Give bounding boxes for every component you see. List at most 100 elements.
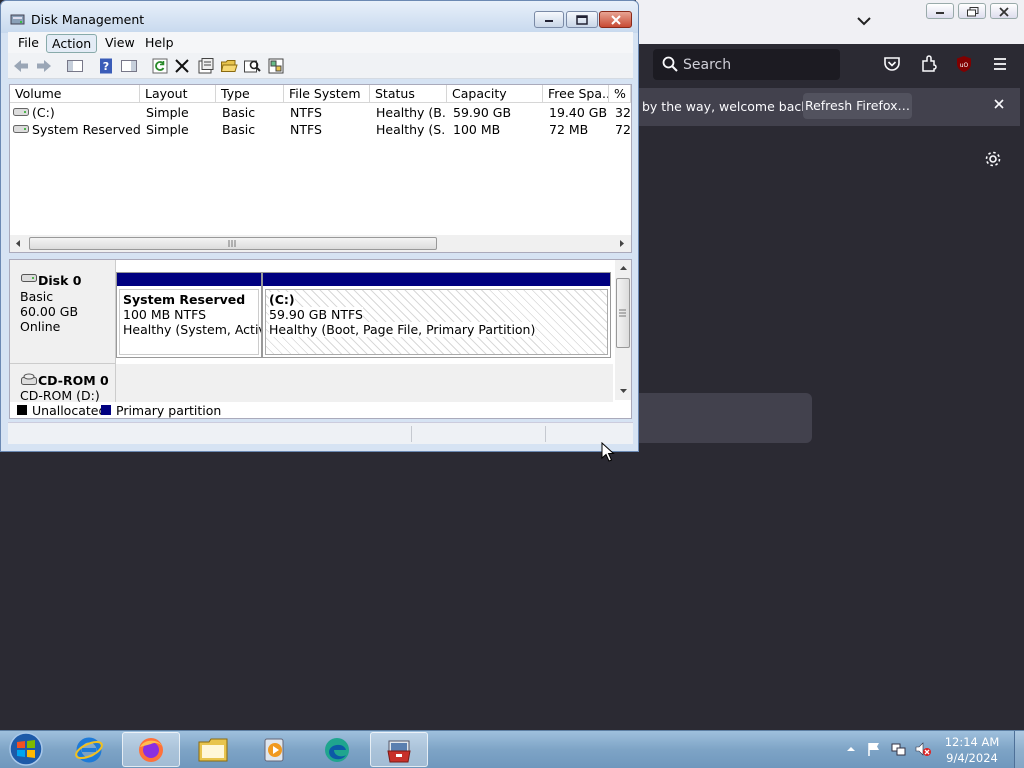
cdrom-partition-area[interactable]: [116, 364, 613, 402]
cell-status: Healthy (B...: [376, 105, 446, 120]
firefox-close-button[interactable]: [990, 3, 1018, 19]
column-header-layout[interactable]: Layout: [140, 85, 216, 103]
column-header-status[interactable]: Status: [370, 85, 447, 103]
disk-0-label[interactable]: Disk 0 Basic 60.00 GB Online: [10, 260, 116, 364]
show-hide-action-pane-icon[interactable]: [120, 57, 138, 75]
taskbar-internet-explorer[interactable]: [60, 732, 118, 767]
close-button[interactable]: [599, 11, 632, 28]
partition-system-reserved[interactable]: System Reserved 100 MB NTFS Healthy (Sys…: [116, 272, 262, 358]
disk-management-icon: [10, 14, 25, 25]
column-header-file-system[interactable]: File System: [284, 85, 370, 103]
show-desktop-button[interactable]: [1014, 731, 1024, 768]
delete-icon[interactable]: [173, 57, 191, 75]
rescan-disks-icon[interactable]: [243, 57, 261, 75]
window-titlebar[interactable]: Disk Management: [1, 1, 638, 33]
pocket-icon[interactable]: [883, 55, 901, 73]
partition-health: Healthy (Boot, Page File, Primary Partit…: [269, 322, 536, 337]
menu-file[interactable]: File: [13, 34, 44, 53]
menu-action[interactable]: Action: [46, 34, 98, 53]
taskbar-media-player[interactable]: [246, 732, 304, 767]
scrollbar-thumb[interactable]: [616, 278, 630, 348]
taskbar-computer-management[interactable]: [370, 732, 428, 767]
menu-bar: File Action View Help: [8, 32, 633, 53]
disk-type: Basic: [20, 289, 54, 304]
disk-management-window: Disk Management File Action View Help ? …: [0, 0, 639, 452]
column-header-type[interactable]: Type: [216, 85, 284, 103]
search-input[interactable]: Search: [653, 49, 840, 80]
hamburger-menu-icon[interactable]: [991, 55, 1009, 73]
partition-body: System Reserved 100 MB NTFS Healthy (Sys…: [119, 289, 261, 355]
legend-label-unallocated: Unallocated: [32, 403, 107, 418]
firefox-icon: [139, 737, 163, 762]
system-clock[interactable]: 12:14 AM 9/4/2024: [942, 734, 1002, 766]
svg-text:uO: uO: [960, 62, 969, 69]
cdrom-0-label[interactable]: CD-ROM 0 CD-ROM (D:): [10, 364, 116, 403]
scroll-right-icon[interactable]: [618, 239, 626, 248]
partition-health: Healthy (System, Active,: [123, 322, 261, 337]
extensions-icon[interactable]: [920, 55, 938, 73]
cdrom-name: CD-ROM 0: [38, 373, 109, 388]
cd-drive-icon: [21, 373, 37, 385]
scrollbar-thumb[interactable]: [29, 237, 437, 250]
toolbar: ?: [8, 53, 633, 79]
cell-volume: System Reserved: [32, 122, 141, 137]
partition-name: (C:): [269, 292, 295, 307]
maximize-button[interactable]: [566, 11, 598, 28]
network-icon[interactable]: [891, 741, 907, 757]
edge-icon: [325, 737, 349, 762]
legend-swatch-primary-partition: [101, 405, 111, 415]
media-player-icon: [264, 738, 284, 761]
cell-volume: (C:): [32, 105, 55, 120]
close-icon[interactable]: [992, 97, 1006, 111]
firefox-restore-button[interactable]: [958, 3, 986, 19]
scroll-up-icon[interactable]: [619, 264, 628, 272]
partition-c[interactable]: (C:) 59.90 GB NTFS Healthy (Boot, Page F…: [262, 272, 611, 358]
column-header-capacity[interactable]: Capacity: [447, 85, 543, 103]
taskbar-file-explorer[interactable]: [184, 732, 242, 767]
menu-help[interactable]: Help: [140, 34, 179, 53]
scroll-left-icon[interactable]: [14, 239, 22, 248]
refresh-icon[interactable]: [151, 57, 169, 75]
back-arrow-icon[interactable]: [12, 57, 30, 75]
ublock-origin-icon[interactable]: uO: [955, 55, 973, 73]
column-header-volume[interactable]: Volume: [10, 85, 140, 103]
minimize-button[interactable]: [534, 11, 564, 28]
refresh-firefox-button[interactable]: Refresh Firefox…: [803, 93, 912, 119]
column-header-free-space[interactable]: Free Spa...: [543, 85, 609, 103]
taskbar-edge[interactable]: [308, 732, 366, 767]
chevron-down-icon[interactable]: [856, 14, 872, 28]
status-divider: [545, 426, 546, 442]
notification-text: by the way, welcome back!: [642, 99, 814, 114]
show-hide-console-tree-icon[interactable]: [66, 57, 84, 75]
firefox-minimize-button[interactable]: [926, 3, 954, 19]
show-hidden-icons-icon[interactable]: [846, 745, 856, 753]
volume-list[interactable]: Volume Layout Type File System Status Ca…: [9, 84, 632, 253]
menu-view[interactable]: View: [100, 34, 140, 53]
disk-settings-icon[interactable]: [267, 57, 285, 75]
taskbar-firefox[interactable]: [122, 732, 180, 767]
cell-percent-free: 72: [615, 122, 631, 137]
cell-file-system: NTFS: [290, 122, 322, 137]
horizontal-scrollbar[interactable]: [10, 235, 631, 252]
windows-start-button[interactable]: [6, 731, 46, 767]
partition-color-bar: [117, 273, 261, 286]
cell-free-space: 72 MB: [549, 122, 589, 137]
table-row[interactable]: System Reserved Simple Basic NTFS Health…: [10, 121, 631, 138]
forward-arrow-icon[interactable]: [35, 57, 53, 75]
properties-icon[interactable]: [197, 57, 215, 75]
partition-size: 100 MB NTFS: [123, 307, 207, 322]
gear-icon[interactable]: [984, 150, 1002, 168]
volume-muted-icon[interactable]: [915, 741, 931, 757]
cell-layout: Simple: [146, 105, 189, 120]
legend-label-primary-partition: Primary partition: [116, 403, 222, 418]
table-row[interactable]: (C:) Simple Basic NTFS Healthy (B... 59.…: [10, 104, 631, 121]
action-center-flag-icon[interactable]: [866, 741, 882, 757]
help-icon[interactable]: ?: [97, 57, 115, 75]
grip-icon: [619, 309, 626, 317]
cell-type: Basic: [222, 105, 256, 120]
column-header-percent-free[interactable]: % F: [609, 85, 631, 103]
open-folder-icon[interactable]: [220, 57, 238, 75]
search-placeholder: Search: [683, 57, 732, 73]
vertical-scrollbar[interactable]: [615, 260, 631, 400]
scroll-down-icon[interactable]: [619, 387, 628, 395]
